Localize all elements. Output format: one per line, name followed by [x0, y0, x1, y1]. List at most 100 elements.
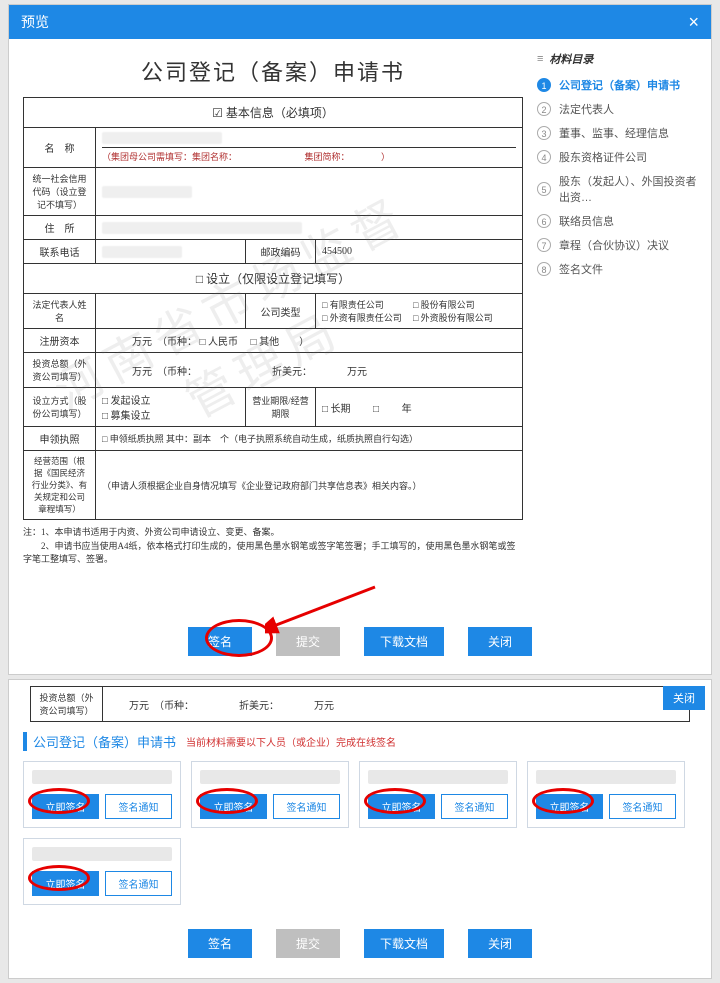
toc-label: 章程（合伙协议）决议: [559, 237, 669, 253]
address-value: [96, 216, 523, 240]
toc-label: 股东（发起人）、外国投资者出资…: [559, 173, 697, 205]
toc-label: 股东资格证件公司: [559, 149, 647, 165]
invtotal-value: 万元 （币种： 折美元： 万元: [96, 353, 523, 388]
preview-modal: 预览 × 河南省市场监督管理局 公司登记（备案）申请书 基本信息（必填项） 名 …: [8, 4, 712, 675]
toc-item-3[interactable]: 3 董事、监事、经理信息: [537, 121, 697, 145]
document-column: 河南省市场监督管理局 公司登记（备案）申请书 基本信息（必填项） 名 称 （集团…: [23, 51, 537, 599]
download-button-2[interactable]: 下载文档: [364, 929, 444, 958]
term-label: 营业期限/经营期限: [246, 388, 316, 427]
close-button-2[interactable]: 关闭: [468, 929, 532, 958]
sign-panel: 关闭 投资总额（外资公司填写） 万元 （币种： 折美元： 万元 公司登记（备案）…: [8, 679, 712, 979]
signer-name-placeholder: [200, 770, 340, 784]
modal-header: 预览 ×: [9, 5, 711, 39]
license-label: 申领执照: [24, 427, 96, 451]
toc-label: 法定代表人: [559, 101, 614, 117]
phone-label: 联系电话: [24, 240, 96, 264]
signer-name-placeholder: [32, 770, 172, 784]
signer-card: 立即签名签名通知: [359, 761, 517, 828]
toc-header: 材料目录: [537, 51, 697, 67]
signer-card: 立即签名签名通知: [191, 761, 349, 828]
name-value: （集团母公司需填写：集团名称： 集团简称： ）: [96, 128, 523, 168]
sign-now-button[interactable]: 立即签名: [368, 794, 435, 819]
sign-now-button[interactable]: 立即签名: [536, 794, 603, 819]
toc-item-4[interactable]: 4 股东资格证件公司: [537, 145, 697, 169]
sign-now-button[interactable]: 立即签名: [32, 794, 99, 819]
sign-button-2[interactable]: 签名: [188, 929, 252, 958]
regcap-value: 万元 （币种： 人民币 其他 ）: [96, 329, 523, 353]
invtotal-label: 投资总额（外资公司填写）: [24, 353, 96, 388]
legalrep-value: [96, 294, 246, 329]
term-options: 长期 年: [316, 388, 523, 427]
toc-label: 董事、监事、经理信息: [559, 125, 669, 141]
address-label: 住 所: [24, 216, 96, 240]
sign-notice-button[interactable]: 签名通知: [105, 871, 172, 896]
scope-label: 经营范围（根据《国民经济行业分类》、有关规定和公司章程填写）: [24, 451, 96, 520]
mini-invtotal-label: 投资总额（外资公司填写）: [31, 687, 103, 722]
toc-number: 8: [537, 262, 551, 276]
uscc-label: 统一社会信用代码（设立登记不填写）: [24, 168, 96, 216]
toc-item-1[interactable]: 1 公司登记（备案）申请书: [537, 73, 697, 97]
toc-item-7[interactable]: 7 章程（合伙协议）决议: [537, 233, 697, 257]
toc-number: 7: [537, 238, 551, 252]
sign-notice-button[interactable]: 签名通知: [273, 794, 340, 819]
toc-sidebar: 材料目录 1 公司登记（备案）申请书 2 法定代表人 3 董事、监事、经理信息 4 股东资格证…: [537, 51, 697, 599]
signer-cards: 立即签名签名通知立即签名签名通知立即签名签名通知立即签名签名通知立即签名签名通知: [9, 751, 711, 915]
sign-now-button[interactable]: 立即签名: [32, 871, 99, 896]
signer-name-placeholder: [32, 847, 172, 861]
toc-number: 2: [537, 102, 551, 116]
mini-table: 投资总额（外资公司填写） 万元 （币种： 折美元： 万元: [30, 686, 690, 722]
company-type-label: 公司类型: [246, 294, 316, 329]
signer-name-placeholder: [536, 770, 676, 784]
close-icon[interactable]: ×: [688, 5, 699, 39]
close-chip-button[interactable]: 关闭: [663, 686, 705, 710]
company-type-options: 有限责任公司 股份有限公司 外资有限责任公司 外资股份有限公司: [316, 294, 523, 329]
toc-number: 5: [537, 182, 551, 196]
name-label: 名 称: [24, 128, 96, 168]
legalrep-label: 法定代表人姓名: [24, 294, 96, 329]
modal-body: 河南省市场监督管理局 公司登记（备案）申请书 基本信息（必填项） 名 称 （集团…: [9, 39, 711, 599]
sign-section-title: 公司登记（备案）申请书 当前材料需要以下人员（或企业）完成在线签名: [23, 732, 697, 751]
action-button-row-2: 签名 提交 下载文档 关闭: [9, 915, 711, 974]
form-table: 基本信息（必填项） 名 称 （集团母公司需填写：集团名称： 集团简称： ） 统一…: [23, 97, 523, 520]
toc-number: 1: [537, 78, 551, 92]
signer-card: 立即签名签名通知: [23, 761, 181, 828]
phone-value: [96, 240, 246, 264]
toc-label: 公司登记（备案）申请书: [559, 77, 680, 93]
toc-label: 签名文件: [559, 261, 603, 277]
toc-number: 3: [537, 126, 551, 140]
sign-now-button[interactable]: 立即签名: [200, 794, 267, 819]
setup-mode-label: 设立方式（股份公司填写）: [24, 388, 96, 427]
sign-section-subtitle: 当前材料需要以下人员（或企业）完成在线签名: [186, 734, 396, 749]
toc-item-8[interactable]: 8 签名文件: [537, 257, 697, 281]
toc-item-2[interactable]: 2 法定代表人: [537, 97, 697, 121]
signer-card: 立即签名签名通知: [527, 761, 685, 828]
submit-button-2[interactable]: 提交: [276, 929, 340, 958]
postcode-value: 454500: [316, 240, 523, 264]
toc-item-5[interactable]: 5 股东（发起人）、外国投资者出资…: [537, 169, 697, 209]
toc-item-6[interactable]: 6联络员信息: [537, 209, 697, 233]
sign-notice-button[interactable]: 签名通知: [441, 794, 508, 819]
toc-number: 6: [537, 214, 551, 228]
signer-name-placeholder: [368, 770, 508, 784]
modal-title: 预览: [21, 5, 49, 39]
basic-info-header: 基本信息（必填项）: [24, 98, 523, 128]
download-button[interactable]: 下载文档: [364, 627, 444, 656]
document-title: 公司登记（备案）申请书: [23, 55, 523, 87]
license-value: 申领纸质执照 其中：副本 个（电子执照系统自动生成，纸质执照自行勾选）: [96, 427, 523, 451]
mini-invtotal-value: 万元 （币种： 折美元： 万元: [103, 687, 690, 722]
sign-button[interactable]: 签名: [188, 627, 252, 656]
close-button[interactable]: 关闭: [468, 627, 532, 656]
toc-number: 4: [537, 150, 551, 164]
sign-notice-button[interactable]: 签名通知: [609, 794, 676, 819]
sign-notice-button[interactable]: 签名通知: [105, 794, 172, 819]
footnote: 注：1、本申请书适用于内资、外资公司申请设立、变更、备案。 2、申请书应当使用A…: [23, 526, 523, 567]
signer-card: 立即签名签名通知: [23, 838, 181, 905]
setup-mode-options: 发起设立 募集设立: [96, 388, 246, 427]
uscc-value: [96, 168, 523, 216]
postcode-label: 邮政编码: [246, 240, 316, 264]
setup-header: 设立（仅限设立登记填写）: [24, 264, 523, 294]
action-button-row: 签名 提交 下载文档 关闭: [9, 599, 711, 674]
submit-button[interactable]: 提交: [276, 627, 340, 656]
regcap-label: 注册资本: [24, 329, 96, 353]
scope-value: （申请人须根据企业自身情况填写《企业登记政府部门共享信息表》相关内容。）: [96, 451, 523, 520]
